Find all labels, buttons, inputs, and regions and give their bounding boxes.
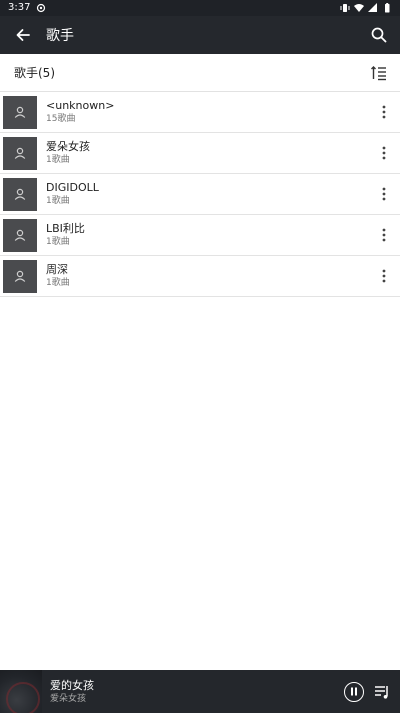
- avatar: [3, 177, 37, 211]
- list-item[interactable]: <unknown> 15歌曲: [0, 92, 400, 133]
- sort-icon[interactable]: [370, 64, 388, 82]
- toolbar: 歌手: [0, 16, 400, 54]
- page-title: 歌手: [46, 28, 74, 44]
- arrow-left-icon: [16, 29, 30, 41]
- queue-icon[interactable]: [374, 684, 390, 700]
- more-options-button[interactable]: [376, 143, 392, 163]
- avatar: [3, 95, 37, 129]
- more-options-button[interactable]: [376, 184, 392, 204]
- notification-icon: [37, 3, 46, 13]
- pause-button[interactable]: [344, 681, 364, 702]
- song-count: 1歌曲: [46, 196, 70, 206]
- more-vert-icon: [382, 146, 386, 160]
- pause-icon: [351, 687, 357, 696]
- status-bar: 3:37: [0, 0, 400, 16]
- more-vert-icon: [382, 187, 386, 201]
- more-vert-icon: [382, 105, 386, 119]
- artist-name: DIGIDOLL: [46, 181, 99, 194]
- avatar: [3, 136, 37, 170]
- artist-name: LBI利比: [46, 222, 85, 235]
- avatar: [3, 218, 37, 252]
- song-count: 15歌曲: [46, 114, 76, 124]
- person-icon: [14, 188, 26, 200]
- avatar: [3, 259, 37, 293]
- artist-list: <unknown> 15歌曲 爱朵女孩 1歌曲 DIGIDOLL 1歌曲 LBI…: [0, 92, 400, 297]
- now-playing-info[interactable]: 爱的女孩 爱朵女孩: [50, 679, 344, 705]
- now-playing-title: 爱的女孩: [50, 678, 94, 692]
- more-options-button[interactable]: [376, 266, 392, 286]
- artist-name: 爱朵女孩: [46, 140, 90, 153]
- more-options-button[interactable]: [376, 102, 392, 122]
- list-item[interactable]: 爱朵女孩 1歌曲: [0, 133, 400, 174]
- list-item[interactable]: LBI利比 1歌曲: [0, 215, 400, 256]
- list-header: 歌手(5): [0, 54, 400, 92]
- battery-icon: [385, 3, 390, 13]
- more-vert-icon: [382, 228, 386, 242]
- song-count: 1歌曲: [46, 237, 70, 247]
- person-icon: [14, 270, 26, 282]
- signal-icon: [368, 3, 377, 12]
- artist-count-title: 歌手(5): [14, 66, 55, 80]
- artist-name: <unknown>: [46, 99, 115, 112]
- mini-player[interactable]: 爱的女孩 爱朵女孩: [0, 670, 400, 713]
- back-button[interactable]: [14, 26, 32, 44]
- album-art[interactable]: [0, 670, 42, 713]
- song-count: 1歌曲: [46, 155, 70, 165]
- list-item[interactable]: DIGIDOLL 1歌曲: [0, 174, 400, 215]
- song-count: 1歌曲: [46, 278, 70, 288]
- more-options-button[interactable]: [376, 225, 392, 245]
- search-icon[interactable]: [370, 26, 388, 44]
- wifi-icon: [354, 4, 364, 12]
- person-icon: [14, 147, 26, 159]
- status-time: 3:37: [8, 2, 31, 13]
- list-item[interactable]: 周深 1歌曲: [0, 256, 400, 297]
- vibrate-icon: [340, 4, 350, 12]
- now-playing-artist: 爱朵女孩: [50, 693, 87, 704]
- artist-name: 周深: [46, 263, 68, 276]
- person-icon: [14, 106, 26, 118]
- more-vert-icon: [382, 269, 386, 283]
- person-icon: [14, 229, 26, 241]
